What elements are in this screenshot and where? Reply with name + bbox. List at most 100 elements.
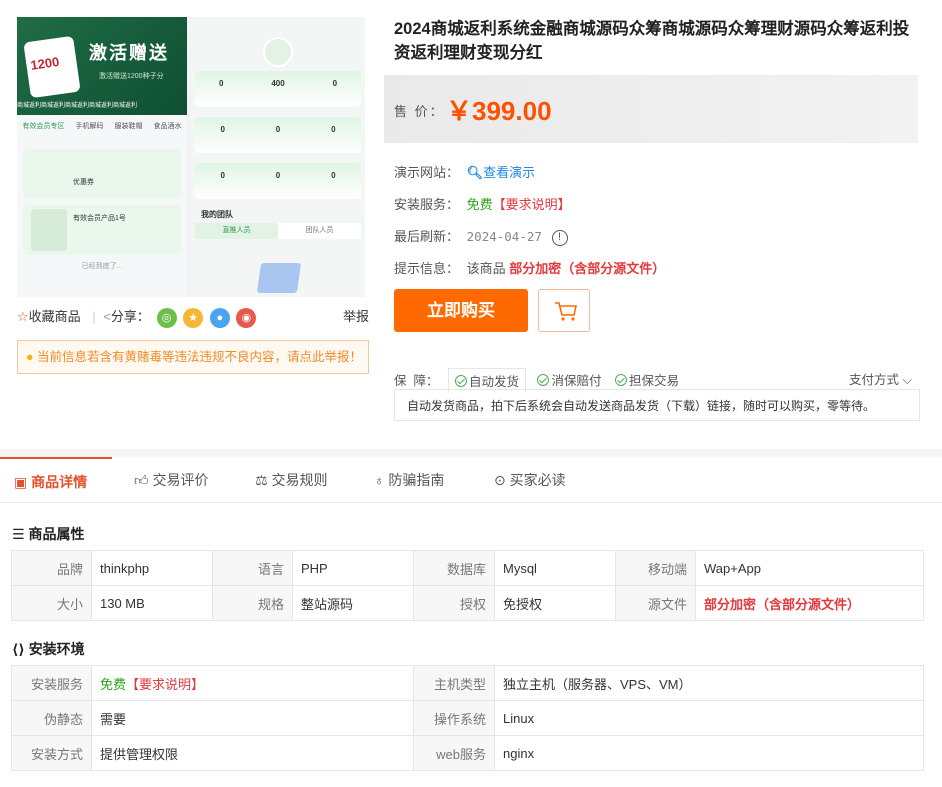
guarantee-item-label: 消保赔付 xyxy=(551,374,602,388)
guarantee-item-escrow[interactable]: 担保交易 xyxy=(614,374,679,388)
stat-value: 0 xyxy=(331,125,336,134)
attributes-title: ☰ 商品属性 xyxy=(12,524,84,544)
share-icon: < xyxy=(103,309,111,324)
env-key: 伪静态 xyxy=(11,700,92,736)
stat-value: 0 xyxy=(331,171,336,180)
install-note-link[interactable]: 【要求说明】 xyxy=(493,197,571,212)
env-key: 安装服务 xyxy=(11,665,92,701)
qzone-icon[interactable]: ★ xyxy=(183,307,204,328)
install-value: 免费 xyxy=(466,197,493,212)
stat-value: 0 xyxy=(220,125,225,134)
table-row: 大小 130 MB 规格 整站源码 授权 免授权 源文件 部分加密（含部分源文件… xyxy=(11,585,924,621)
payment-method-dropdown[interactable]: 支付方式 ⌵ xyxy=(849,369,912,388)
env-value: 需要 xyxy=(91,700,414,736)
search-list-icon: ☰ xyxy=(12,526,29,542)
search-icon: 🔍︎ xyxy=(466,165,484,180)
report-warning[interactable]: ● 当前信息若含有黄赌毒等违法违规不良内容，请点此举报！ xyxy=(17,340,369,374)
stats-row: 0 0 0 xyxy=(195,163,361,199)
box-illustration xyxy=(256,263,302,293)
attr-key: 数据库 xyxy=(413,550,495,586)
install-label: 安装服务： xyxy=(394,197,460,212)
bulb-icon: ● xyxy=(26,350,34,364)
tab-anti-fraud[interactable]: ♁ 防骗指南 xyxy=(374,457,444,503)
preview-tab: 食品酒水 xyxy=(153,123,182,130)
tab-label: 防骗指南 xyxy=(388,472,445,488)
stats-row: 0 0 0 xyxy=(195,117,361,153)
attr-key: 语言 xyxy=(212,550,293,586)
env-key: 操作系统 xyxy=(413,700,495,736)
attr-value: Wap+App xyxy=(695,550,924,586)
tab-rules[interactable]: ⚖ 交易规则 xyxy=(255,457,327,503)
tab-buyer-guide[interactable]: ⊙ 买家必读 xyxy=(494,457,566,503)
env-value: 免费【要求说明】 xyxy=(91,665,414,701)
info-icon[interactable]: ! xyxy=(551,229,568,246)
add-to-cart-button[interactable] xyxy=(538,289,590,332)
tab-label: 买家必读 xyxy=(509,472,566,488)
install-row: 安装服务： 免费【要求说明】 xyxy=(394,194,571,213)
tab-label: 交易规则 xyxy=(271,472,328,488)
share-row: ☆收藏商品 | <分享： ◎ ★ ● ◉ 举报 xyxy=(17,306,369,330)
install-free: 免费 xyxy=(100,676,127,692)
tab-reviews[interactable]: 👍︎ 交易评价 xyxy=(134,457,209,503)
divider: | xyxy=(92,309,96,324)
tip-row: 提示信息： 该商品 部分加密（含部分源文件） xyxy=(394,258,665,277)
tab-details[interactable]: ▣ 商品详情 xyxy=(0,457,112,503)
compass-icon: ⊙ xyxy=(494,472,510,488)
qq-icon[interactable]: ● xyxy=(209,307,230,328)
guarantee-description: 自动发货商品，拍下后系统会自动发送商品发货（下载）链接，随时可以购买，零等待。 xyxy=(394,389,920,421)
wechat-icon[interactable]: ◎ xyxy=(156,307,177,328)
guarantee-row: 保 障： 自动发货 消保赔付 担保交易 支付方式 ⌵ xyxy=(394,367,920,393)
attr-value: thinkphp xyxy=(91,550,213,586)
attr-key: 授权 xyxy=(413,585,495,621)
table-row: 品牌 thinkphp 语言 PHP 数据库 Mysql 移动端 Wap+App xyxy=(11,550,924,586)
share-label: 分享： xyxy=(110,309,150,324)
preview-right-panel: 0 400 0 0 0 0 0 0 0 0 0 0 我的团队 直推人员 团队人员 xyxy=(191,17,365,297)
voucher-label: 优惠券 xyxy=(73,179,94,186)
env-key: 主机类型 xyxy=(413,665,495,701)
env-value: Linux xyxy=(494,700,924,736)
bulb-icon: ♁ xyxy=(374,472,389,488)
report-link[interactable]: 举报 xyxy=(343,306,369,325)
promo-banner: 1200 激活赠送 激活赠送1200种子分 商城返利商城返利商城返利商城返利商城… xyxy=(17,17,187,115)
preview-tab: 服装鞋帽 xyxy=(114,123,143,130)
stat-value: 0 xyxy=(275,125,281,134)
empty-text: 已经到底了... xyxy=(81,263,123,270)
env-key: web服务 xyxy=(413,735,495,771)
env-value: nginx xyxy=(494,735,924,771)
guarantee-item-label: 担保交易 xyxy=(628,374,679,388)
environment-title-text: 安装环境 xyxy=(28,641,85,657)
banner-title: 激活赠送 xyxy=(89,43,169,64)
check-icon xyxy=(614,374,627,386)
gift-card: 1200 xyxy=(23,35,81,99)
stat-value: 0 xyxy=(218,79,224,88)
stats-row: 0 400 0 xyxy=(195,71,361,107)
buy-now-button[interactable]: 立即购买 xyxy=(394,289,528,332)
guarantee-label: 保 障： xyxy=(394,374,439,388)
payment-label: 支付方式 xyxy=(849,373,900,387)
thumb-icon: 👍︎ xyxy=(134,472,153,488)
tab-label: 商品详情 xyxy=(31,474,88,490)
product-image[interactable]: 1200 激活赠送 激活赠送1200种子分 商城返利商城返利商城返利商城返利商城… xyxy=(17,17,365,297)
attr-value: 部分加密（含部分源文件） xyxy=(695,585,924,621)
environment-table: 安装服务 免费【要求说明】 主机类型 独立主机（服务器、VPS、VM） 伪静态 … xyxy=(11,665,924,771)
product-label: 有效会员产品1号 xyxy=(73,215,126,222)
preview-left-panel: 1200 激活赠送 激活赠送1200种子分 商城返利商城返利商城返利商城返利商城… xyxy=(17,17,187,297)
env-value: 提供管理权限 xyxy=(91,735,414,771)
favorite-button[interactable]: ☆收藏商品 xyxy=(17,309,81,324)
attr-key: 品牌 xyxy=(11,550,92,586)
weibo-icon[interactable]: ◉ xyxy=(236,307,257,328)
tip-label: 提示信息： xyxy=(394,261,460,276)
attr-key: 移动端 xyxy=(615,550,696,586)
guarantee-item-compensation[interactable]: 消保赔付 xyxy=(537,374,601,388)
environment-title: ⟨⟩ 安装环境 xyxy=(12,639,85,659)
banner-strip: 商城返利商城返利商城返利商城返利商城返利 xyxy=(17,103,138,109)
install-note-link[interactable]: 【要求说明】 xyxy=(126,677,204,692)
demo-link-text: 查看演示 xyxy=(483,165,536,180)
env-value: 独立主机（服务器、VPS、VM） xyxy=(494,665,924,701)
refresh-label: 最后刷新： xyxy=(394,229,460,244)
demo-row: 演示网站： 🔍︎查看演示 xyxy=(394,162,535,181)
attr-key: 大小 xyxy=(11,585,92,621)
demo-link[interactable]: 🔍︎查看演示 xyxy=(467,165,536,180)
preview-product-block: 有效会员产品1号 xyxy=(23,205,181,255)
attr-value: PHP xyxy=(292,550,414,586)
